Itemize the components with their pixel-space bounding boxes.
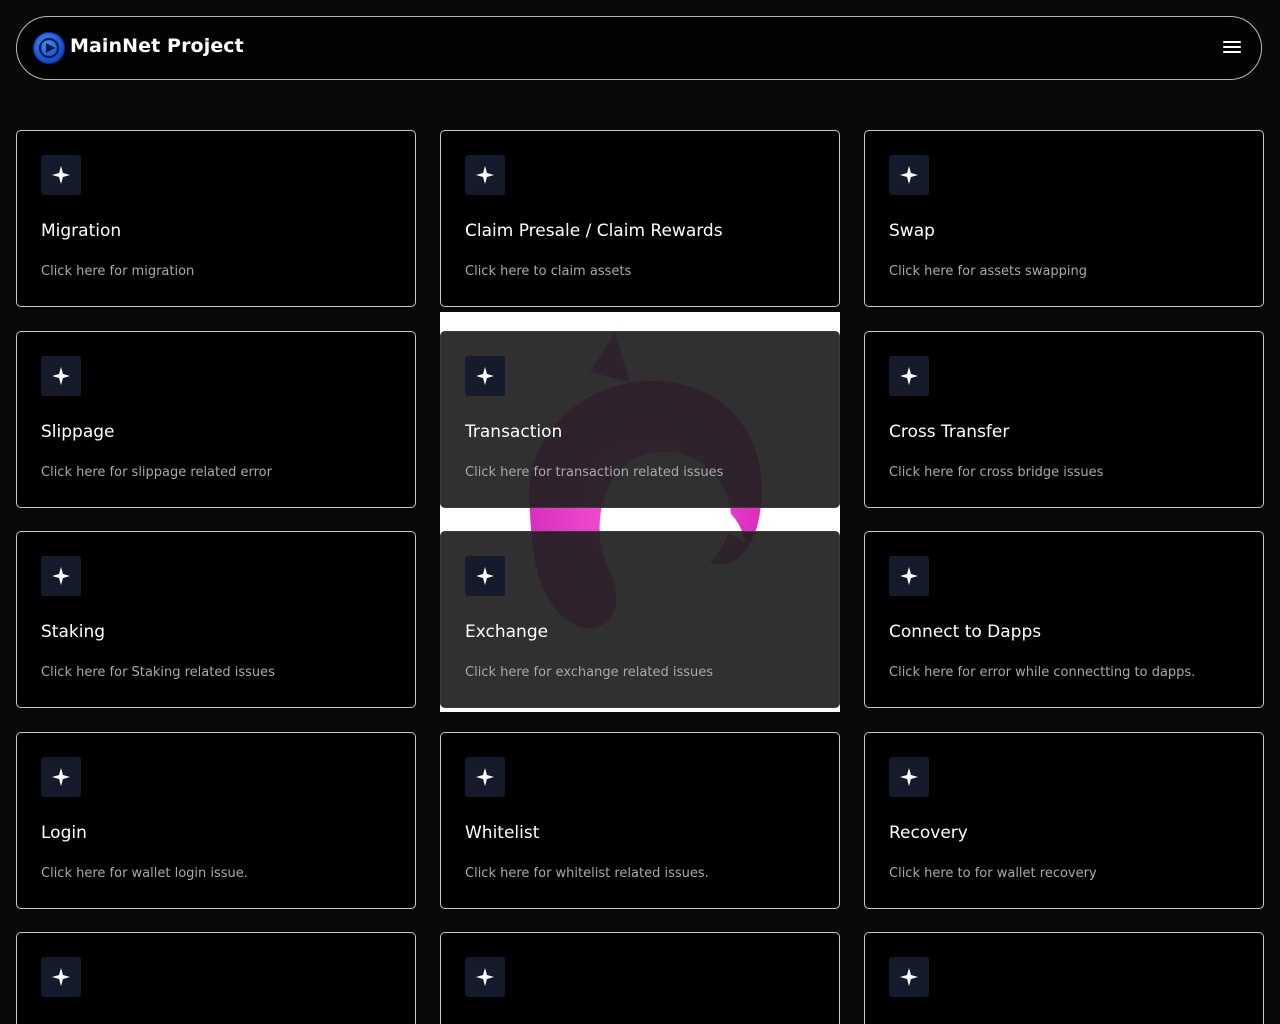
card-description: Click here for cross bridge issues xyxy=(889,465,1104,480)
card-title: Recovery xyxy=(889,823,968,843)
sparkle-icon xyxy=(41,957,81,997)
sparkle-icon xyxy=(465,155,505,195)
card-exchange[interactable]: Exchange Click here for exchange related… xyxy=(440,531,840,708)
card-description: Click here for wallet login issue. xyxy=(41,866,248,881)
card-slippage[interactable]: Slippage Click here for slippage related… xyxy=(16,331,416,508)
card-transaction[interactable]: Transaction Click here for transaction r… xyxy=(440,331,840,508)
card-claim-presale[interactable]: Claim Presale / Claim Rewards Click here… xyxy=(440,130,840,307)
card-partial-3[interactable] xyxy=(864,932,1264,1024)
card-description: Click here for slippage related error xyxy=(41,465,272,480)
sparkle-icon xyxy=(889,356,929,396)
card-title: Claim Presale / Claim Rewards xyxy=(465,221,723,241)
card-migration[interactable]: Migration Click here for migration xyxy=(16,130,416,307)
sparkle-icon xyxy=(41,757,81,797)
sparkle-icon xyxy=(889,556,929,596)
card-swap[interactable]: Swap Click here for assets swapping xyxy=(864,130,1264,307)
card-title: Slippage xyxy=(41,422,115,442)
sparkle-icon xyxy=(41,356,81,396)
card-title: Cross Transfer xyxy=(889,422,1010,442)
card-login[interactable]: Login Click here for wallet login issue. xyxy=(16,732,416,909)
sparkle-icon xyxy=(41,556,81,596)
sparkle-icon xyxy=(465,757,505,797)
card-cross-transfer[interactable]: Cross Transfer Click here for cross brid… xyxy=(864,331,1264,508)
sparkle-icon xyxy=(889,155,929,195)
page: MainNet Project Migration Click here for… xyxy=(0,0,1280,1024)
card-connect-to-dapps[interactable]: Connect to Dapps Click here for error wh… xyxy=(864,531,1264,708)
card-description: Click here for Staking related issues xyxy=(41,665,275,680)
sparkle-icon xyxy=(889,757,929,797)
sparkle-icon xyxy=(465,356,505,396)
sparkle-icon xyxy=(889,957,929,997)
sparkle-icon xyxy=(465,556,505,596)
card-partial-2[interactable] xyxy=(440,932,840,1024)
card-description: Click here for assets swapping xyxy=(889,264,1088,279)
card-title: Swap xyxy=(889,221,935,241)
card-description: Click here to for wallet recovery xyxy=(889,866,1097,881)
card-title: Connect to Dapps xyxy=(889,622,1042,642)
sparkle-icon xyxy=(465,957,505,997)
card-title: Migration xyxy=(41,221,122,241)
card-description: Click here for exchange related issues xyxy=(465,665,714,680)
card-staking[interactable]: Staking Click here for Staking related i… xyxy=(16,531,416,708)
help-cards-grid: Migration Click here for migration Claim… xyxy=(0,0,1280,1024)
card-recovery[interactable]: Recovery Click here to for wallet recove… xyxy=(864,732,1264,909)
card-title: Login xyxy=(41,823,87,843)
sparkle-icon xyxy=(41,155,81,195)
card-description: Click here for transaction related issue… xyxy=(465,465,724,480)
card-description: Click here for whitelist related issues. xyxy=(465,866,709,881)
card-partial-1[interactable] xyxy=(16,932,416,1024)
card-title: Transaction xyxy=(465,422,563,442)
card-whitelist[interactable]: Whitelist Click here for whitelist relat… xyxy=(440,732,840,909)
card-description: Click here to claim assets xyxy=(465,264,632,279)
card-title: Exchange xyxy=(465,622,549,642)
card-title: Whitelist xyxy=(465,823,540,843)
card-description: Click here for migration xyxy=(41,264,195,279)
card-title: Staking xyxy=(41,622,106,642)
card-description: Click here for error while connectting t… xyxy=(889,665,1196,680)
